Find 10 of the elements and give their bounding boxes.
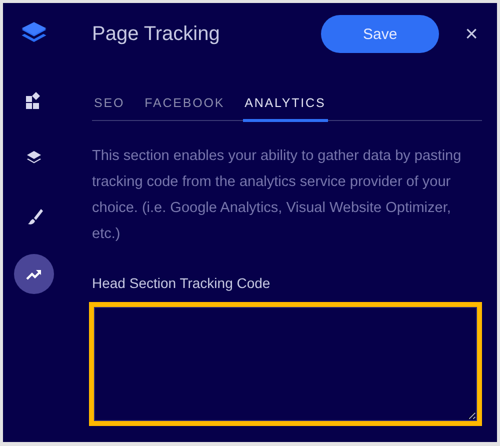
panel-title: Page Tracking [92, 22, 221, 46]
tab[interactable]: SEO [92, 92, 127, 122]
field-label: Head Section Tracking Code [92, 275, 272, 291]
close-button[interactable]: × [461, 21, 482, 47]
description-text: This section enables your ability to gather data by pasting tracking code from the analytics service provider of your choice. (i.e. Google Analytics, Visual Website Optimizer, etc.) [92, 147, 462, 244]
save-button[interactable]: Save [321, 15, 440, 53]
tab[interactable]: ANALYTICS [242, 92, 328, 122]
sidebar-trend-button[interactable] [14, 254, 54, 294]
tab[interactable]: FACEBOOK [142, 92, 227, 122]
grid-icon [24, 91, 42, 109]
